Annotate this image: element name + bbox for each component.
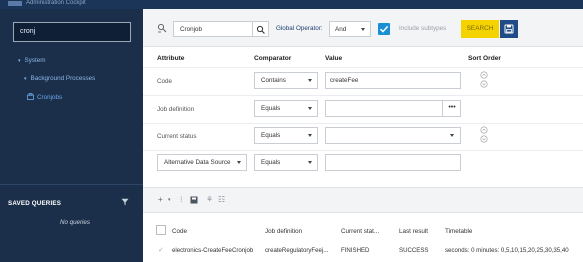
global-operator-label: Global Operator: — [276, 25, 323, 32]
sidebar-item-label: Cronjobs — [37, 94, 63, 101]
comparator-select-current-status[interactable]: Equals — [254, 127, 318, 144]
divider — [143, 123, 583, 124]
column-header-timetable[interactable]: Timetable — [445, 228, 472, 235]
comparator-value: Equals — [261, 159, 281, 166]
cell-current-status: FINISHED — [341, 247, 370, 254]
sidebar-item-label: Background Processes — [30, 75, 96, 82]
comparator-select-job-definition[interactable]: Equals — [254, 100, 318, 117]
results-toolbar: + ▾ ⁝ ⚘ ☷ — [143, 187, 583, 213]
include-subtypes-checkbox[interactable] — [378, 23, 390, 35]
export-icon[interactable] — [190, 196, 198, 204]
comparator-value: Equals — [261, 132, 281, 139]
app-logo — [8, 1, 22, 6]
value-input-code[interactable]: createFee — [325, 72, 461, 89]
sidebar: cronj ▾ System ▾ Background Processes Cron… — [0, 9, 143, 262]
top-header-bar: Administration Cockpit — [0, 0, 583, 9]
filter-icon[interactable] — [121, 198, 129, 206]
select-all-checkbox[interactable] — [156, 225, 166, 235]
cell-job-definition: createRegulatoryFeej... — [265, 247, 329, 254]
header-comparator: Comparator — [254, 55, 292, 62]
attribute-job-definition-label: Job definition — [157, 106, 195, 113]
divider — [143, 150, 583, 151]
chevron-down-icon[interactable]: ▾ — [168, 197, 171, 203]
divider — [143, 95, 583, 96]
saved-queries-heading: SAVED QUERIES — [8, 200, 62, 207]
sort-order-control[interactable] — [480, 126, 488, 144]
value-select-current-status[interactable] — [325, 127, 461, 144]
main-panel: Cronjob Global Operator: And Include sub… — [143, 9, 583, 262]
advanced-search-icon[interactable] — [157, 23, 167, 33]
column-header-current-status[interactable]: Current stat... — [341, 228, 379, 235]
cell-timetable: seconds: 0 minutes: 0,5,10,15,20,25,30,3… — [445, 247, 569, 254]
row-check-icon: ✓ — [158, 247, 164, 254]
search-button[interactable]: SEARCH — [461, 20, 499, 38]
chevron-down-icon: ▾ — [18, 58, 21, 64]
attribute-code-label: Code — [157, 78, 173, 85]
add-icon[interactable]: + — [158, 195, 163, 204]
comparator-select-code[interactable]: Contains — [254, 72, 318, 89]
sidebar-item-cronjobs[interactable]: Cronjobs — [27, 93, 62, 101]
chevron-down-icon — [237, 161, 241, 164]
comparator-value: Contains — [261, 77, 286, 84]
bulk-edit-icon[interactable]: ⚘ — [206, 195, 213, 204]
search-toolbar: Cronjob Global Operator: And Include sub… — [143, 9, 583, 47]
list-view-icon[interactable]: ☷ — [218, 195, 225, 204]
no-queries-text: No queries — [60, 219, 90, 226]
column-header-job-definition[interactable]: Job definition — [265, 228, 302, 235]
global-operator-select[interactable]: And — [329, 21, 371, 37]
sidebar-item-label: System — [24, 57, 46, 64]
sidebar-divider[interactable] — [0, 184, 143, 185]
divider — [143, 67, 583, 68]
type-search-button[interactable] — [253, 21, 269, 37]
chevron-down-icon — [361, 28, 365, 31]
chevron-down-icon: ▾ — [24, 76, 27, 82]
attribute-current-status-label: Current status — [157, 133, 197, 140]
chevron-down-icon — [308, 134, 312, 137]
save-query-button[interactable] — [500, 20, 518, 38]
delete-icon[interactable]: ⁝ — [180, 195, 183, 204]
header-attribute: Attribute — [157, 55, 185, 62]
cell-last-result: SUCCESS — [399, 247, 429, 254]
value-input-job-definition[interactable] — [325, 100, 461, 117]
column-header-last-result[interactable]: Last result — [399, 228, 428, 235]
cell-code: electronics-CreateFeeCronjob — [172, 247, 254, 254]
chevron-down-icon — [308, 161, 312, 164]
attribute-value: Alternative Data Source — [164, 159, 231, 166]
attribute-select-alternative-data-source[interactable]: Alternative Data Source — [157, 154, 247, 171]
comparator-value: Equals — [261, 105, 281, 112]
value-input-alternative-data-source[interactable] — [325, 154, 461, 171]
global-operator-value: And — [335, 26, 347, 33]
cronjob-icon — [27, 93, 34, 100]
search-icon — [256, 25, 265, 34]
sidebar-item-system[interactable]: ▾ System — [18, 57, 46, 64]
sidebar-item-background-processes[interactable]: ▾ Background Processes — [24, 75, 95, 82]
sort-order-control[interactable] — [480, 71, 488, 89]
column-header-code[interactable]: Code — [172, 228, 187, 235]
include-subtypes-label: Include subtypes — [399, 25, 447, 32]
checkmark-icon — [379, 25, 389, 33]
header-sort-order: Sort Order — [468, 55, 501, 62]
save-icon — [504, 24, 514, 34]
header-value: Value — [325, 55, 343, 62]
reference-picker-button[interactable]: ••• — [442, 100, 461, 117]
sidebar-search-input[interactable]: cronj — [13, 22, 131, 42]
comparator-select-alternative-data-source[interactable]: Equals — [254, 154, 318, 171]
chevron-down-icon — [450, 134, 454, 137]
app-title: Administration Cockpit — [26, 0, 86, 6]
chevron-down-icon — [308, 107, 312, 110]
chevron-down-icon — [308, 79, 312, 82]
type-input[interactable]: Cronjob — [173, 21, 253, 37]
